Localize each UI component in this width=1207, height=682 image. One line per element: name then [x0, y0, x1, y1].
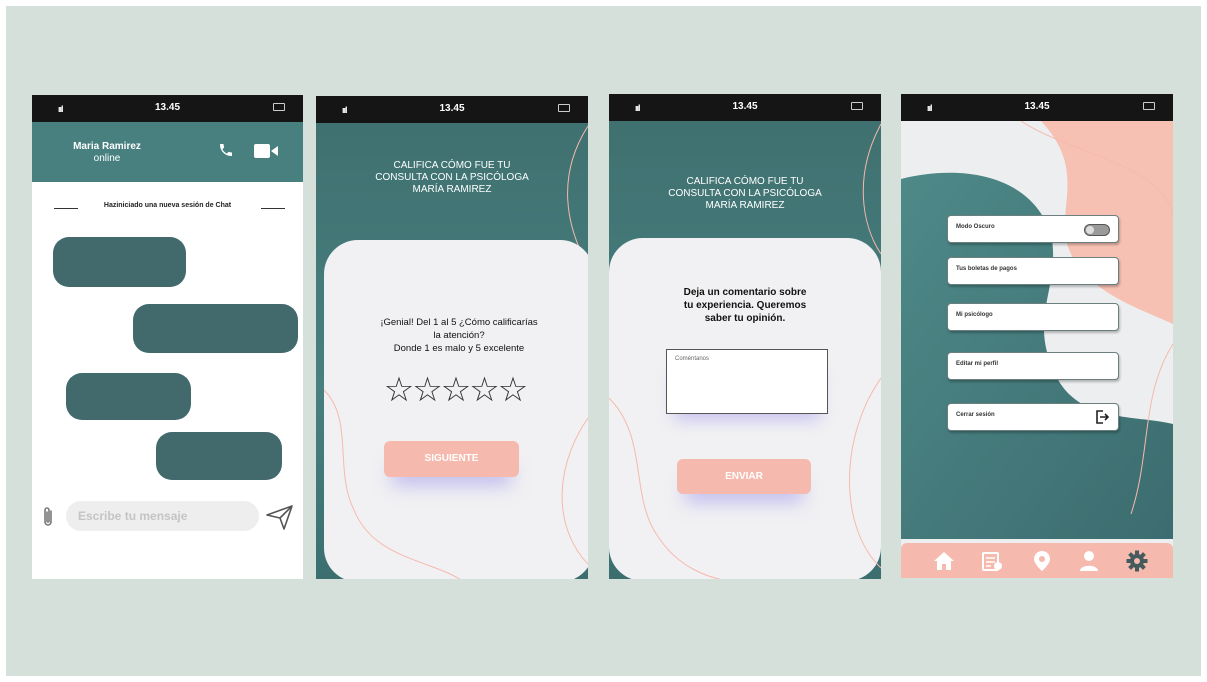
menu-item-payments[interactable]: Tus boletas de pagos	[947, 257, 1119, 285]
prompt-line: Deja un comentario sobre	[683, 287, 807, 298]
rating-question: ¡Genial! Del 1 al 5 ¿Cómo calificarías l…	[344, 316, 574, 355]
question-line: la atención?	[433, 330, 485, 341]
message-bubble-sent[interactable]	[133, 304, 298, 353]
canvas-background: ııl 13.45 Maria Ramirez online Hazinicia…	[6, 6, 1201, 676]
comment-title: CALIFICA CÓMO FUE TU CONSULTA CON LA PSI…	[609, 176, 881, 212]
prompt-line: saber tu opinión.	[704, 313, 786, 324]
star-icon-5[interactable]: ☆	[498, 370, 529, 410]
comment-placeholder: Coméntanos	[675, 356, 710, 362]
title-line: MARÍA RAMIREZ	[705, 200, 785, 211]
toggle-knob	[1086, 226, 1094, 234]
star-rating: ☆☆☆☆☆	[324, 370, 586, 410]
message-input[interactable]: Escribe tu mensaje	[66, 501, 259, 531]
video-call-icon[interactable]	[254, 144, 278, 158]
menu-item-edit-profile[interactable]: Editar mi perfil	[947, 352, 1119, 380]
star-icon-2[interactable]: ☆	[412, 370, 443, 410]
status-time: 13.45	[154, 102, 181, 113]
battery-icon	[1143, 102, 1155, 110]
menu-item-label: Mi psicólogo	[956, 312, 993, 318]
divider-right	[261, 208, 285, 209]
title-line: MARÍA RAMIREZ	[412, 184, 492, 195]
message-bubble-sent[interactable]	[156, 432, 282, 480]
title-line: CALIFICA CÓMO FUE TU	[686, 176, 804, 187]
receipt-icon[interactable]	[980, 549, 1004, 573]
message-input-placeholder: Escribe tu mensaje	[78, 509, 188, 523]
chat-screen: ııl 13.45 Maria Ramirez online Hazinicia…	[32, 95, 303, 579]
battery-icon	[273, 103, 285, 111]
gear-icon[interactable]	[1125, 549, 1149, 573]
menu-item-label: Editar mi perfil	[956, 361, 999, 367]
rating-card: ¡Genial! Del 1 al 5 ¿Cómo calificarías l…	[324, 240, 588, 579]
menu-item-label: Cerrar sesión	[956, 412, 995, 418]
rating-screen: ııl 13.45 CALIFICA CÓMO FUE TU CONSULTA …	[316, 96, 588, 579]
settings-screen: ııl 13.45 Modo Oscuro Tus boletas de pag…	[901, 94, 1173, 578]
prompt-line: tu experiencia. Queremos	[683, 300, 807, 311]
comment-prompt: Deja un comentario sobre tu experiencia.…	[629, 286, 861, 325]
send-button[interactable]: ENVIAR	[677, 459, 811, 494]
title-line: CONSULTA CON LA PSICÓLOGA	[375, 172, 529, 183]
user-icon[interactable]	[1077, 549, 1101, 573]
message-bubble-received[interactable]	[66, 373, 191, 420]
phone-icon[interactable]	[218, 142, 234, 158]
status-time: 13.45	[1024, 101, 1050, 112]
dark-mode-toggle[interactable]	[1084, 224, 1110, 236]
home-icon[interactable]	[932, 549, 956, 573]
session-notice-text: Haziniciado una nueva sesión de Chat	[103, 202, 232, 209]
contact-info[interactable]: Maria Ramirez online	[62, 141, 152, 165]
title-line: CALIFICA CÓMO FUE TU	[393, 160, 511, 171]
menu-item-label: Tus boletas de pagos	[956, 266, 1017, 272]
next-button[interactable]: SIGUIENTE	[384, 441, 519, 477]
message-bubble-received[interactable]	[53, 237, 186, 287]
paperclip-icon[interactable]	[40, 505, 56, 529]
question-line: Donde 1 es malo y 5 excelente	[393, 343, 525, 354]
comment-screen: ııl 13.45 CALIFICA CÓMO FUE TU CONSULTA …	[609, 94, 881, 579]
contact-name: Maria Ramirez	[73, 141, 141, 152]
star-icon-1[interactable]: ☆	[384, 370, 415, 410]
status-bar: ııl 13.45	[901, 94, 1173, 121]
location-pin-icon[interactable]	[1030, 549, 1054, 573]
menu-item-psychologist[interactable]: Mi psicólogo	[947, 303, 1119, 331]
star-icon-3[interactable]: ☆	[441, 370, 472, 410]
menu-item-dark-mode[interactable]: Modo Oscuro	[947, 215, 1119, 243]
contact-status: online	[93, 153, 121, 164]
menu-item-logout[interactable]: Cerrar sesión	[947, 403, 1119, 431]
send-icon[interactable]	[265, 503, 295, 531]
rating-title: CALIFICA CÓMO FUE TU CONSULTA CON LA PSI…	[316, 160, 588, 196]
comment-textarea[interactable]: Coméntanos	[666, 349, 828, 414]
chat-header: Maria Ramirez online	[32, 122, 303, 182]
logout-icon[interactable]	[1094, 409, 1110, 425]
bottom-nav	[901, 543, 1173, 578]
question-line: ¡Genial! Del 1 al 5 ¿Cómo calificarías	[380, 317, 538, 328]
divider-left	[54, 208, 78, 209]
session-notice: Haziniciado una nueva sesión de Chat	[32, 202, 303, 214]
menu-item-label: Modo Oscuro	[956, 224, 995, 230]
title-line: CONSULTA CON LA PSICÓLOGA	[668, 188, 822, 199]
comment-card: Deja un comentario sobre tu experiencia.…	[609, 238, 881, 579]
background-shapes	[901, 120, 1173, 539]
star-icon-4[interactable]: ☆	[469, 370, 500, 410]
status-bar: ııl 13.45	[32, 95, 303, 122]
